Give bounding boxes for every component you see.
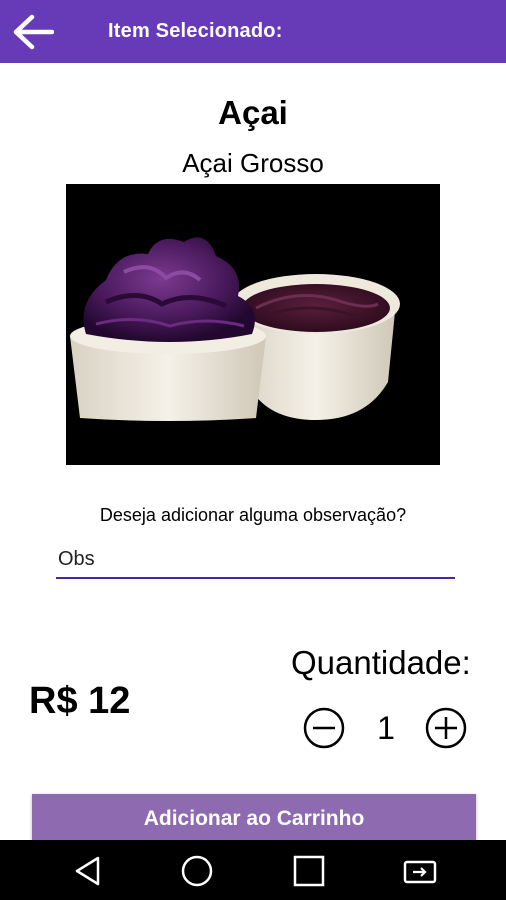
- product-variant: Açai Grosso: [182, 148, 324, 178]
- nav-rotate-icon: [403, 860, 437, 884]
- system-nav-bar: [0, 840, 506, 900]
- quantity-label: Quantidade:: [291, 644, 471, 681]
- product-price: R$ 12: [29, 680, 131, 722]
- increase-quantity-button[interactable]: [424, 706, 468, 750]
- nav-recents-button[interactable]: [291, 853, 327, 889]
- nav-back-button[interactable]: [70, 853, 106, 889]
- add-to-cart-button[interactable]: Adicionar ao Carrinho: [32, 794, 476, 844]
- plus-circle-icon: [425, 707, 467, 749]
- app-bar: Item Selecionado:: [0, 0, 506, 63]
- product-image: [66, 184, 440, 465]
- nav-home-icon: [181, 855, 213, 887]
- arrow-back-icon: [13, 14, 54, 50]
- app-bar-title: Item Selecionado:: [108, 20, 283, 42]
- observation-field-wrapper: [56, 541, 455, 579]
- product-name: Açai: [218, 94, 288, 131]
- nav-recents-icon: [293, 855, 325, 887]
- nav-home-button[interactable]: [179, 853, 215, 889]
- minus-circle-icon: [303, 707, 345, 749]
- observation-input[interactable]: [56, 541, 455, 579]
- back-button[interactable]: [10, 12, 56, 52]
- nav-rotate-button[interactable]: [402, 853, 438, 889]
- decrease-quantity-button[interactable]: [302, 706, 346, 750]
- quantity-stepper: 1: [302, 706, 470, 750]
- nav-back-icon: [75, 856, 100, 886]
- quantity-value: 1: [377, 710, 395, 746]
- observation-question: Deseja adicionar alguma observação?: [99, 505, 407, 525]
